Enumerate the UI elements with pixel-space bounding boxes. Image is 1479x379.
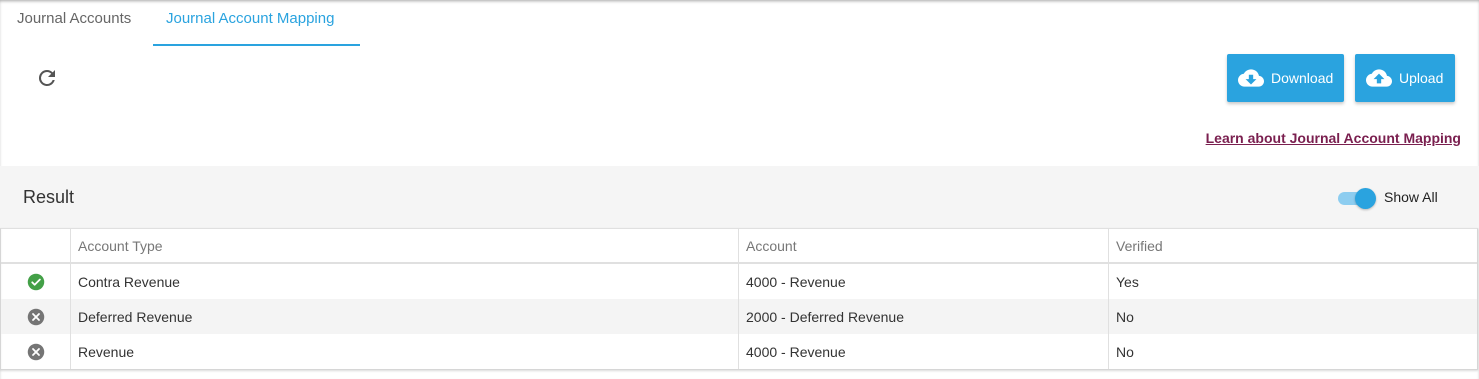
upload-label: Upload [1399,70,1444,86]
header-account[interactable]: Account [739,229,1109,262]
learn-journal-account-mapping-link[interactable]: Learn about Journal Account Mapping [1206,130,1461,146]
account-cell: 2000 - Deferred Revenue [739,299,1109,334]
refresh-icon[interactable] [35,66,59,90]
upload-button[interactable]: Upload [1355,54,1455,102]
cancel-circle-icon [27,343,44,360]
result-header: Result Show All [0,166,1479,228]
header-account-type[interactable]: Account Type [71,229,739,262]
mapping-table: Account Type Account Verified Contra Rev… [0,228,1478,370]
download-label: Download [1271,70,1334,86]
verified-cell: No [1116,343,1134,360]
account-type-cell: Revenue [71,334,739,369]
header-status [1,229,71,262]
cloud-upload-icon [1366,69,1392,87]
account-cell: 4000 - Revenue [739,334,1109,369]
verified-cell: Yes [1116,273,1139,290]
status-cell [1,299,71,334]
table-row[interactable]: Revenue 4000 - Revenue No [1,334,1477,369]
result-title: Result [23,187,75,207]
tab-journal-account-mapping[interactable]: Journal Account Mapping [153,0,360,46]
account-cell: 4000 - Revenue [739,264,1109,299]
check-circle-icon [27,273,44,290]
table-row[interactable]: Contra Revenue 4000 - Revenue Yes [1,264,1477,299]
cancel-circle-icon [27,308,44,325]
verified-cell: No [1116,308,1134,325]
download-button[interactable]: Download [1227,54,1344,102]
table-header-row: Account Type Account Verified [1,229,1477,264]
account-type-cell: Deferred Revenue [71,299,739,334]
header-verified[interactable]: Verified [1109,229,1477,262]
cloud-download-icon [1238,69,1264,87]
account-type-cell: Contra Revenue [71,264,739,299]
toggle-knob [1355,188,1376,209]
status-cell [1,334,71,369]
show-all-label: Show All [1384,189,1438,205]
status-cell [1,264,71,299]
tab-journal-accounts[interactable]: Journal Accounts [5,0,153,44]
show-all-toggle[interactable] [1338,188,1376,209]
journal-page: Journal Accounts Journal Account Mapping… [0,0,1479,379]
table-row[interactable]: Deferred Revenue 2000 - Deferred Revenue… [1,299,1477,334]
tab-bar: Journal Accounts Journal Account Mapping [0,0,360,46]
